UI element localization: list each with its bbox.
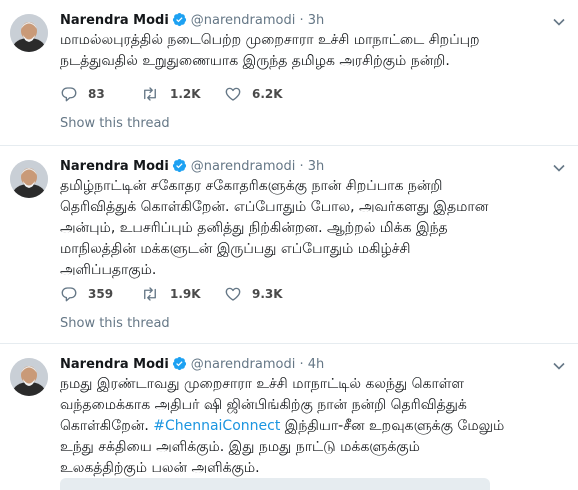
- reply-button[interactable]: 359: [60, 284, 113, 304]
- tweet-text-line: வந்தமைக்காக அதிபர் ஷி ஜின்பிங்கிற்கு நான…: [60, 397, 467, 413]
- retweet-count: 1.9K: [170, 287, 201, 301]
- tweet-text-segment: கொள்கிறேன்.: [60, 418, 154, 434]
- tweet-text-line: அன்பும், உபசரிப்பும் தனித்து நிற்கின்றன.…: [60, 220, 448, 236]
- author-name[interactable]: Narendra Modi: [60, 357, 169, 372]
- separator-dot: ·: [299, 357, 304, 372]
- show-thread-link[interactable]: Show this thread: [60, 116, 170, 131]
- tweet-header: Narendra Modi @narendramodi · 3h: [60, 158, 324, 176]
- timestamp[interactable]: 3h: [308, 13, 325, 28]
- avatar-image: [10, 160, 48, 198]
- reply-icon: [61, 87, 77, 102]
- tweet-text-line: நடத்துவதில் உறுதுணையாக இருந்த தமிழக அரசி…: [60, 53, 450, 69]
- tweet-text: தமிழ்நாட்டின் சகோதர சகோதரிகளுக்கு நான் ச…: [60, 176, 570, 281]
- tweet-actions: 83 1.2K 6.2K: [60, 84, 360, 104]
- reply-count: 83: [88, 87, 105, 101]
- caret-down-icon[interactable]: [552, 14, 566, 28]
- tweet-text: மாமல்லபுரத்தில் நடைபெற்ற முறைசாரா உச்சி …: [60, 30, 570, 72]
- tweet-header: Narendra Modi @narendramodi · 3h: [60, 12, 324, 30]
- tweet-text-line: அளிப்பதாகும்.: [60, 262, 157, 278]
- separator-dot: ·: [299, 159, 304, 174]
- hashtag-link[interactable]: #ChennaiConnect: [153, 418, 280, 434]
- like-count: 6.2K: [252, 87, 283, 101]
- caret-down-icon[interactable]: [552, 160, 566, 174]
- reply-count: 359: [88, 287, 114, 301]
- avatar[interactable]: [10, 160, 48, 198]
- like-button[interactable]: 9.3K: [224, 284, 283, 304]
- author-handle[interactable]: @narendramodi: [191, 13, 296, 28]
- tweet-media-preview[interactable]: [60, 478, 490, 490]
- tweet[interactable]: Narendra Modi @narendramodi · 3h தமிழ்நாட…: [0, 146, 578, 344]
- tweet-text-line: மாநிலத்தின் மக்களுடன் இருப்பது எப்போதும்…: [60, 241, 411, 257]
- reply-icon: [61, 287, 77, 302]
- tweet-text-line: உந்து சக்தியை அளிக்கும். இது நமது நாட்டு…: [60, 439, 420, 455]
- avatar-image: [10, 358, 48, 396]
- avatar[interactable]: [10, 358, 48, 396]
- retweet-icon: [144, 287, 156, 301]
- tweet[interactable]: Narendra Modi @narendramodi · 4h நமது இரண…: [0, 344, 578, 486]
- caret-down-icon[interactable]: [552, 358, 566, 372]
- author-name[interactable]: Narendra Modi: [60, 159, 169, 174]
- author-name[interactable]: Narendra Modi: [60, 13, 169, 28]
- tweet-text-line: தமிழ்நாட்டின் சகோதர சகோதரிகளுக்கு நான் ச…: [60, 178, 443, 194]
- retweet-button[interactable]: 1.9K: [140, 284, 201, 304]
- author-handle[interactable]: @narendramodi: [191, 159, 296, 174]
- tweet-text-line: உலகத்திற்கும் பலன் அளிக்கும்.: [60, 460, 260, 476]
- separator-dot: ·: [299, 13, 304, 28]
- tweet-text-line: கொள்கிறேன். #ChennaiConnect இந்தியா-சீன …: [60, 416, 570, 437]
- retweet-count: 1.2K: [170, 87, 201, 101]
- tweet-text-line: தெரிவித்துக் கொள்கிறேன். எப்போதும் போல, …: [60, 199, 489, 215]
- like-button[interactable]: 6.2K: [224, 84, 283, 104]
- tweet-actions: 359 1.9K 9.3K: [60, 284, 360, 304]
- tweet[interactable]: Narendra Modi @narendramodi · 3h மாமல்லபு…: [0, 0, 578, 146]
- like-icon: [225, 287, 241, 301]
- timestamp[interactable]: 3h: [308, 159, 325, 174]
- like-count: 9.3K: [252, 287, 283, 301]
- show-thread-link[interactable]: Show this thread: [60, 316, 170, 331]
- tweet-text-line: நமது இரண்டாவது முறைசாரா உச்சி மாநாட்டில்…: [60, 376, 465, 392]
- retweet-icon: [144, 87, 156, 101]
- retweet-button[interactable]: 1.2K: [140, 84, 201, 104]
- tweet-header: Narendra Modi @narendramodi · 4h: [60, 356, 324, 374]
- tweet-text-segment: இந்தியா-சீன உறவுகளுக்கு மேலும்: [280, 418, 505, 434]
- like-icon: [225, 87, 241, 101]
- tweet-text: நமது இரண்டாவது முறைசாரா உச்சி மாநாட்டில்…: [60, 374, 570, 479]
- tweet-text-line: மாமல்லபுரத்தில் நடைபெற்ற முறைசாரா உச்சி …: [60, 32, 480, 48]
- reply-button[interactable]: 83: [60, 84, 105, 104]
- avatar-image: [10, 14, 48, 52]
- avatar[interactable]: [10, 14, 48, 52]
- author-handle[interactable]: @narendramodi: [191, 357, 296, 372]
- timestamp[interactable]: 4h: [308, 357, 325, 372]
